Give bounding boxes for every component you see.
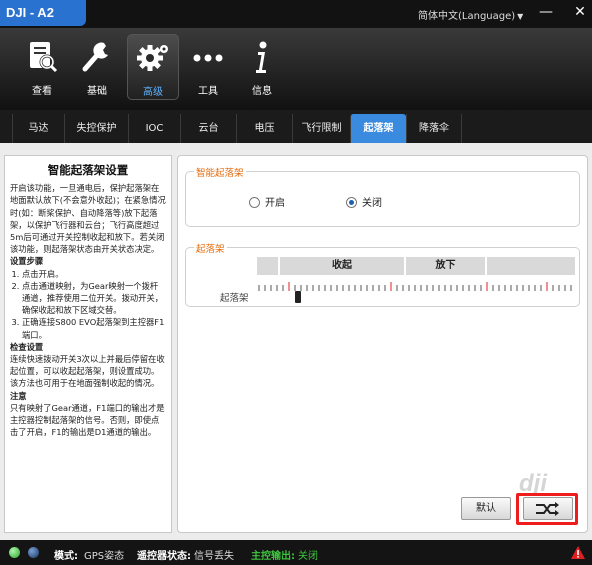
more-dots-icon: [193, 54, 223, 62]
gear-bar-end: [487, 257, 575, 275]
gear-channel-label: 起落架: [220, 293, 249, 304]
default-button[interactable]: 默认: [461, 497, 511, 520]
mode-value: GPS姿态: [84, 551, 125, 562]
output-label: 主控输出:: [251, 551, 295, 562]
radio-label-off: 关闭: [362, 198, 382, 209]
connection-led-icon: [9, 547, 20, 558]
tab-parachute[interactable]: 降落伞: [406, 114, 462, 143]
tab-ioc[interactable]: IOC: [128, 114, 180, 143]
help-step: 点击开启。: [22, 268, 166, 280]
tab-landing-gear[interactable]: 起落架: [350, 114, 406, 143]
toolbar-info-label: 信息: [252, 86, 272, 97]
tab-gimbal[interactable]: 云台: [180, 114, 236, 143]
mode-label: 模式:: [54, 551, 78, 562]
smart-gear-group: 智能起落架: [185, 165, 580, 227]
info-icon: [256, 41, 267, 73]
help-check: 连续快速拨动开关3次以上并最后停留在收起位置，可以收起起落架，则设置成功。该方法…: [10, 354, 165, 389]
help-note: 只有映射了Gear通道，F1端口的输出才是主控器控制起落架的信号。否则，即使点击…: [10, 402, 165, 438]
toolbar-advanced-button[interactable]: 高级: [127, 34, 179, 100]
help-step: 点击通道映射，为Gear映射一个拨杆通道，推荐使用二位开关。拨动开关，确保收起和…: [22, 280, 166, 317]
landing-gear-title: 起落架: [194, 241, 227, 255]
tab-failsafe[interactable]: 失控保护: [64, 114, 128, 143]
status-led-icon: [28, 547, 39, 558]
output-value: 关闭: [298, 551, 318, 562]
gear-bar-blank: [257, 257, 279, 275]
rc-status-label: 遥控器状态:: [137, 551, 191, 562]
warning-icon: [571, 546, 585, 559]
help-intro: 开启该功能，一旦通电后，保护起落架在地面默认放下(不会意外收起)；在紧急情况时(…: [10, 183, 166, 255]
toolbar-basic-button[interactable]: 基础: [71, 34, 123, 100]
smart-gear-on-radio[interactable]: 开启: [249, 194, 285, 209]
radio-circle: [249, 197, 260, 208]
help-panel: 智能起落架设置 开启该功能，一旦通电后，保护起落架在地面默认放下(不会意外收起)…: [4, 155, 172, 533]
language-selector[interactable]: 简体中文(Language) ▼: [418, 7, 523, 22]
toolbar-info-button[interactable]: 信息: [236, 34, 288, 100]
close-button[interactable]: ✕: [566, 0, 592, 26]
toolbar-basic-label: 基础: [87, 86, 107, 97]
gear-retract-zone: 收起: [280, 257, 405, 275]
gear-channel-slider[interactable]: [295, 291, 302, 303]
smart-gear-off-radio[interactable]: 关闭: [346, 194, 382, 209]
tab-voltage[interactable]: 电压: [236, 114, 292, 143]
tab-flight-limits[interactable]: 飞行限制: [292, 114, 350, 143]
tab-bar: 马达 失控保护 IOC 云台 电压 飞行限制 起落架 降落伞: [0, 110, 592, 143]
help-steps-title: 设置步骤: [10, 256, 44, 267]
toolbar-tools-button[interactable]: 工具: [182, 34, 234, 100]
tab-motor[interactable]: 马达: [12, 114, 64, 143]
radio-circle-selected: [346, 197, 357, 208]
toolbar-tools-label: 工具: [198, 86, 218, 97]
wrench-icon: [82, 42, 108, 72]
toolbar-view-label: 查看: [32, 86, 52, 97]
help-steps-list: 点击开启。 点击通道映射，为Gear映射一个拨杆通道，推荐使用二位开关。拨动开关…: [10, 268, 166, 341]
title-bar: DJI - A2 简体中文(Language) ▼ — ✕: [0, 0, 592, 28]
status-bar: 模式: GPS姿态 遥控器状态: 信号丢失 主控输出: 关闭: [0, 540, 592, 565]
help-check-title: 检查设置: [10, 341, 44, 352]
language-label: 简体中文(Language): [418, 11, 516, 22]
help-step: 正确连接S800 EVO起落架到主控器F1端口。: [22, 316, 166, 340]
gear-icon: [137, 45, 168, 71]
app-title: DJI - A2: [0, 0, 86, 26]
view-icon: [30, 42, 58, 73]
help-title: 智能起落架设置: [47, 163, 129, 177]
help-note-title: 注意: [10, 390, 27, 401]
gear-channel-scale: [258, 282, 572, 291]
radio-label-on: 开启: [265, 198, 285, 209]
toolbar-advanced-label: 高级: [143, 87, 163, 98]
highlight-box: [516, 493, 578, 525]
rc-status-value: 信号丢失: [194, 551, 234, 562]
minimize-button[interactable]: —: [532, 0, 560, 26]
chevron-down-icon: ▼: [517, 12, 524, 21]
gear-lower-zone: 放下: [406, 257, 486, 275]
toolbar-view-button[interactable]: 查看: [16, 34, 68, 100]
smart-gear-title: 智能起落架: [194, 165, 246, 179]
main-toolbar: 查看 基础 高级 工具 信息: [0, 28, 592, 110]
